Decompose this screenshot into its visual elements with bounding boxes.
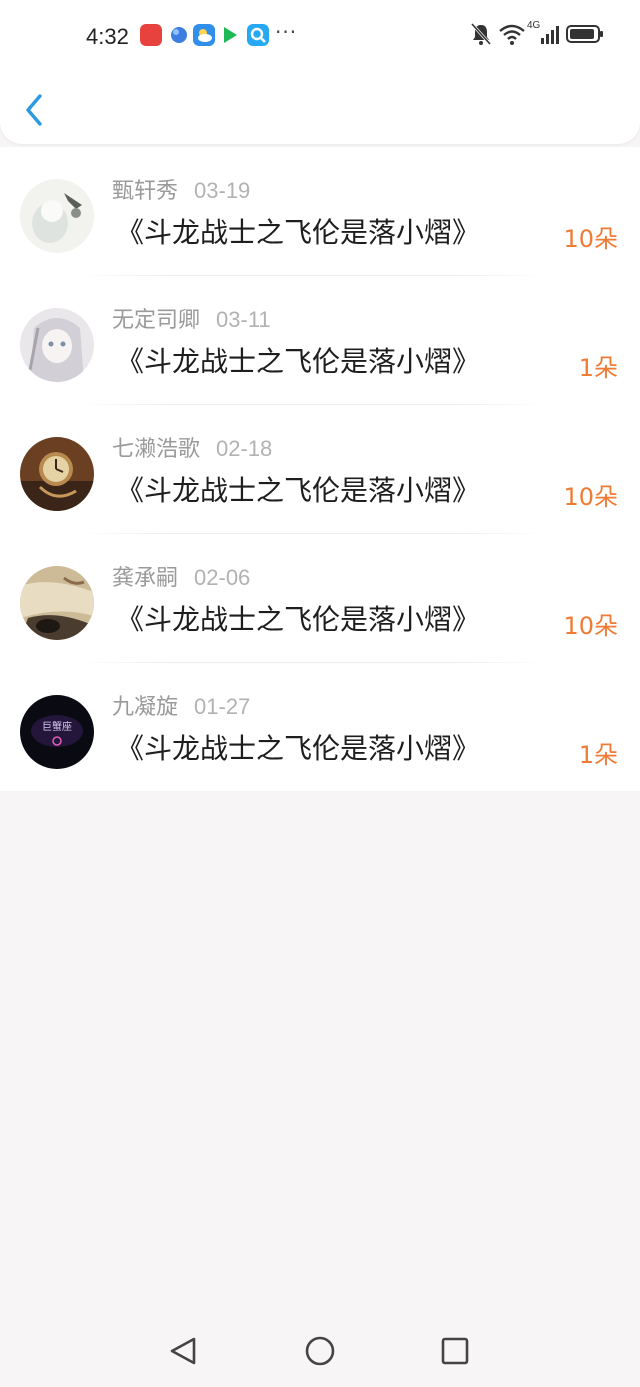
browser-app-icon <box>168 24 190 46</box>
novel-title[interactable]: 《斗龙战士之飞伦是落小熠》 <box>116 598 480 638</box>
battery-icon <box>566 25 603 43</box>
gift-sender: 甄轩秀 03-19 <box>112 173 250 205</box>
gift-date: 03-11 <box>216 307 271 332</box>
wifi-icon <box>499 24 525 45</box>
top-app-bar: 4:32 ··· 4G <box>0 0 640 144</box>
svg-text:巨蟹座: 巨蟹座 <box>42 720 72 733</box>
nav-recents-button[interactable] <box>435 1331 475 1371</box>
sender-name: 甄轩秀 <box>112 179 179 204</box>
gift-date: 02-18 <box>216 436 273 461</box>
back-button[interactable] <box>18 88 58 132</box>
gift-sender: 龚承嗣 02-06 <box>112 560 250 592</box>
sender-name: 无定司卿 <box>112 308 201 333</box>
video-app-icon <box>219 24 241 46</box>
gift-date: 01-27 <box>194 694 251 719</box>
avatar[interactable] <box>20 566 94 640</box>
flower-count: 1朵 <box>578 741 618 769</box>
list-item[interactable]: 甄轩秀 03-19 《斗龙战士之飞伦是落小熠》 10朵 <box>0 147 640 276</box>
avatar[interactable] <box>20 179 94 253</box>
flower-count: 1朵 <box>578 354 618 382</box>
gift-date: 02-06 <box>194 565 251 590</box>
search-app-icon <box>247 24 269 46</box>
flower-count: 10朵 <box>563 612 618 640</box>
sender-name: 七濑浩歌 <box>112 437 201 462</box>
avatar[interactable] <box>20 437 94 511</box>
flower-count: 10朵 <box>563 483 618 511</box>
list-item[interactable]: 龚承嗣 02-06 《斗龙战士之飞伦是落小熠》 10朵 <box>0 534 640 663</box>
list-item[interactable]: 无定司卿 03-11 《斗龙战士之飞伦是落小熠》 1朵 <box>0 276 640 405</box>
more-notifications-icon: ··· <box>275 20 298 44</box>
sender-name: 九凝旋 <box>112 695 179 720</box>
gift-date: 03-19 <box>194 178 251 203</box>
weather-app-icon <box>193 24 215 46</box>
list-item[interactable]: 七濑浩歌 02-18 《斗龙战士之飞伦是落小熠》 10朵 <box>0 405 640 534</box>
avatar[interactable]: 巨蟹座 <box>20 695 94 769</box>
novel-title[interactable]: 《斗龙战士之飞伦是落小熠》 <box>116 211 480 251</box>
nav-back-button[interactable] <box>164 1331 204 1371</box>
reader-app-icon <box>140 24 162 46</box>
system-nav-bar <box>0 1315 640 1387</box>
mute-bell-icon <box>470 22 492 46</box>
back-triangle-icon <box>170 1337 196 1365</box>
network-type-label: 4G <box>527 20 541 31</box>
novel-title[interactable]: 《斗龙战士之飞伦是落小熠》 <box>116 727 480 767</box>
avatar[interactable] <box>20 308 94 382</box>
gift-sender: 七濑浩歌 02-18 <box>112 431 272 463</box>
list-item[interactable]: 巨蟹座 九凝旋 01-27 《斗龙战士之飞伦是落小熠》 1朵 <box>0 663 640 792</box>
recents-square-icon <box>441 1337 469 1365</box>
gift-list: 甄轩秀 03-19 《斗龙战士之飞伦是落小熠》 10朵 无定司卿 03-11 《斗龙… <box>0 147 640 791</box>
chevron-left-icon <box>26 94 42 126</box>
novel-title[interactable]: 《斗龙战士之飞伦是落小熠》 <box>116 469 480 509</box>
status-time: 4:32 <box>86 24 129 49</box>
novel-title[interactable]: 《斗龙战士之飞伦是落小熠》 <box>116 340 480 380</box>
nav-home-button[interactable] <box>300 1331 340 1371</box>
sender-name: 龚承嗣 <box>112 566 179 591</box>
status-bar: 4:32 ··· 4G <box>0 0 640 74</box>
gift-sender: 九凝旋 01-27 <box>112 689 250 721</box>
home-circle-icon <box>305 1336 335 1366</box>
signal-icon <box>541 26 559 44</box>
gift-sender: 无定司卿 03-11 <box>112 302 271 334</box>
flower-count: 10朵 <box>563 225 618 253</box>
